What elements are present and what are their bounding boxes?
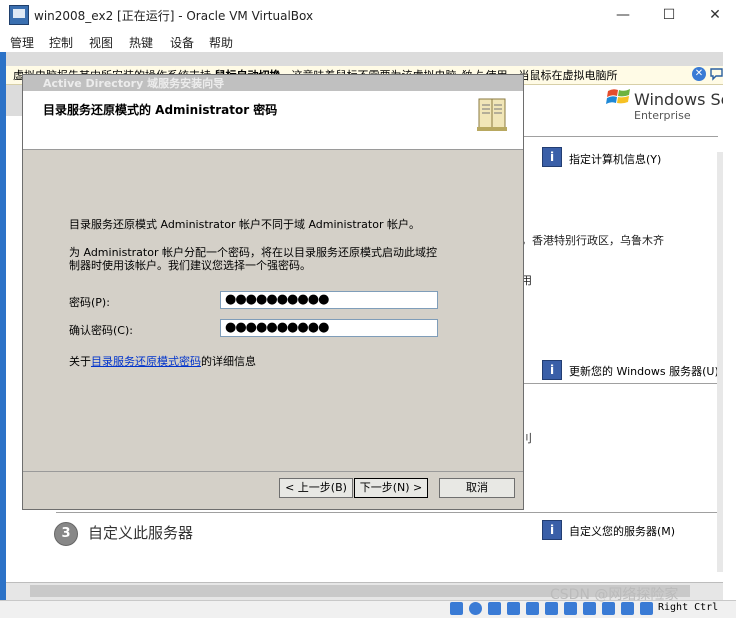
close-button[interactable]: ✕ <box>692 0 736 30</box>
info-line-3: 制器时使用该帐户。我们建议您选择一个强密码。 <box>69 259 311 272</box>
dialog-heading: 目录服务还原模式的 Administrator 密码 <box>43 103 278 117</box>
dialog-header <box>23 91 523 150</box>
background-text: ，香港特别行政区，乌鲁木齐 <box>521 234 664 247</box>
watermark: CSDN @网络探险家 <box>550 587 679 603</box>
divider <box>518 383 718 384</box>
section-number-badge: 3 <box>54 522 78 546</box>
guest-screen[interactable]: Windows Ser Enterprise i 指定计算机信息(Y) i 更新… <box>6 52 723 600</box>
password-input[interactable]: ●●●●●●●●●● <box>220 291 438 309</box>
menu-view[interactable]: 视图 <box>89 34 113 51</box>
more-info-suffix: 的详细信息 <box>201 355 256 368</box>
back-button[interactable]: < 上一步(B) <box>279 478 353 498</box>
virtualbox-app-icon <box>9 5 29 25</box>
host-window-edge <box>723 52 736 600</box>
task-update-windows-server[interactable]: 更新您的 Windows 服务器(U) <box>569 363 719 379</box>
next-button[interactable]: 下一步(N) > <box>354 478 428 498</box>
audio-icon[interactable] <box>488 602 501 615</box>
book-icon <box>477 98 507 131</box>
dialog-title: Active Directory 域服务安装向导 <box>43 77 225 90</box>
task-customize-server[interactable]: 自定义您的服务器(M) <box>569 523 675 539</box>
more-info-text: 关于目录服务还原模式密码的详细信息 <box>69 353 256 369</box>
divider <box>518 136 718 137</box>
usb-icon[interactable] <box>526 602 539 615</box>
cancel-button[interactable]: 取消 <box>439 478 515 498</box>
network-icon[interactable] <box>507 602 520 615</box>
password-label: 密码(P): <box>69 296 110 309</box>
divider <box>56 512 718 513</box>
menu-hotkey[interactable]: 热键 <box>129 34 153 51</box>
task-specify-computer-info[interactable]: 指定计算机信息(Y) <box>569 151 661 167</box>
notification-settings-icon[interactable] <box>710 67 723 81</box>
menu-control[interactable]: 控制 <box>49 34 73 51</box>
ad-ds-installation-wizard: Active Directory 域服务安装向导 目录服务还原模式的 Admin… <box>22 74 524 510</box>
maximize-button[interactable]: ☐ <box>646 0 692 30</box>
window-title: win2008_ex2 [正在运行] - Oracle VM VirtualBo… <box>34 9 314 23</box>
notification-close-icon[interactable]: ✕ <box>692 67 706 81</box>
update-icon: i <box>542 360 562 380</box>
dsrm-password-help-link[interactable]: 目录服务还原模式密码 <box>91 355 201 368</box>
confirm-password-input[interactable]: ●●●●●●●●●● <box>220 319 438 337</box>
menu-help[interactable]: 帮助 <box>209 34 233 51</box>
customize-icon: i <box>542 520 562 540</box>
section-customize-title: 自定义此服务器 <box>88 524 194 542</box>
disk-icon[interactable] <box>450 602 463 615</box>
button-divider <box>23 471 523 472</box>
windows-logo-text: Windows Ser <box>634 90 723 109</box>
confirm-password-label: 确认密码(C): <box>69 324 133 337</box>
windows-flag-icon <box>606 89 630 104</box>
menu-devices[interactable]: 设备 <box>170 34 194 51</box>
info-line-1: 目录服务还原模式 Administrator 帐户不同于域 Administra… <box>69 218 420 231</box>
more-info-prefix: 关于 <box>69 355 91 368</box>
vertical-scrollbar[interactable] <box>717 152 723 572</box>
menu-manage[interactable]: 管理 <box>10 34 34 51</box>
minimize-button[interactable]: — <box>600 0 646 30</box>
info-icon: i <box>542 147 562 167</box>
optical-drive-icon[interactable] <box>469 602 482 615</box>
windows-edition-text: Enterprise <box>634 109 691 122</box>
